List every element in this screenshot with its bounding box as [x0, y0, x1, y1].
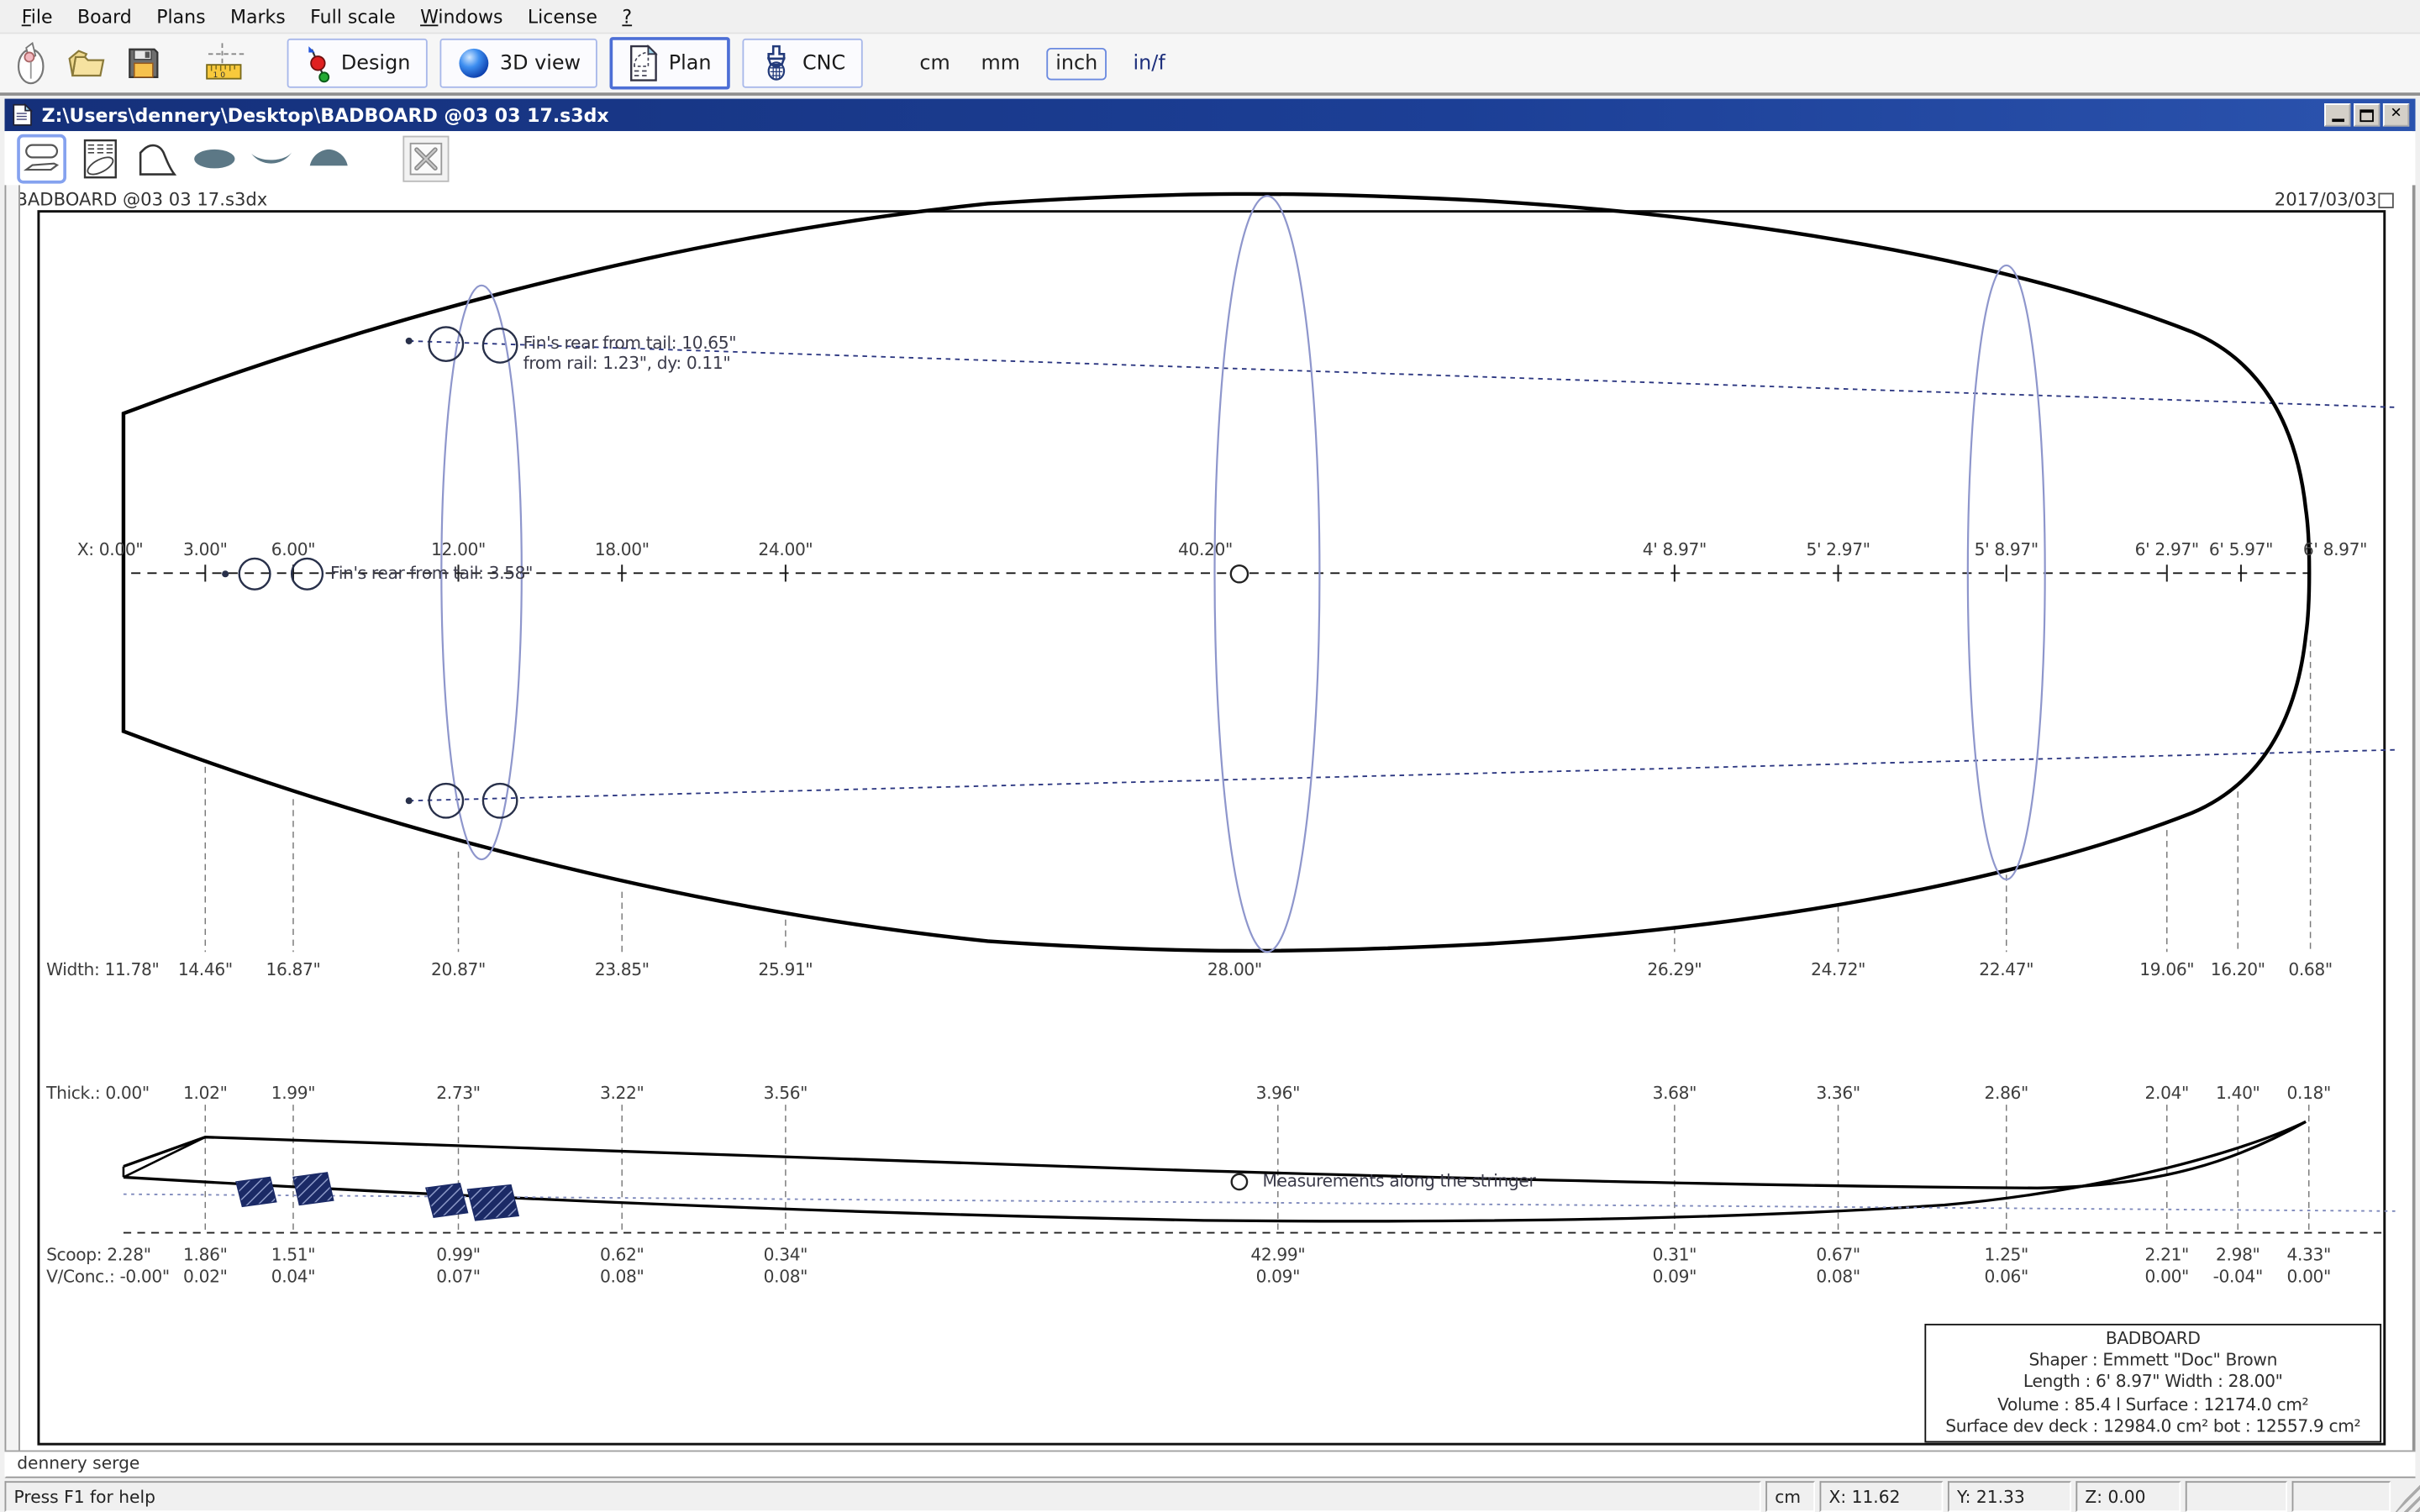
cnc-button-label: CNC [802, 51, 846, 76]
design-button-label: Design [340, 51, 411, 76]
document-footer: dennery serge [4, 1450, 2416, 1477]
close-button[interactable]: ✕ [2382, 103, 2410, 127]
export-excel-icon[interactable] [402, 134, 450, 181]
document-title-bar[interactable]: Z:\Users\dennery\Desktop\BADBOARD @03 03… [4, 98, 2416, 132]
unit-inch[interactable]: inch [1046, 47, 1107, 80]
unit-mm[interactable]: mm [976, 49, 1025, 78]
spec-sheet-icon[interactable] [77, 135, 124, 181]
ruler-icon[interactable]: 1 0 [201, 39, 247, 88]
menu-item--[interactable]: ? [610, 3, 644, 30]
main-toolbar: 1 0 Design 3D view Plan CNC cm mm inch i… [0, 34, 2420, 96]
deck-dome-icon[interactable] [306, 135, 352, 181]
status-empty-1 [2185, 1481, 2288, 1512]
resize-grip[interactable] [2395, 1481, 2420, 1512]
svg-text:1 0: 1 0 [213, 71, 225, 80]
save-icon[interactable] [120, 39, 166, 88]
menu-item-board[interactable]: Board [65, 3, 144, 30]
status-unit: cm [1765, 1481, 1815, 1512]
design-nodes-icon [308, 46, 330, 83]
status-z: Z: 0.00 [2075, 1481, 2181, 1512]
maximize-button[interactable] [2354, 103, 2381, 127]
open-folder-icon[interactable] [65, 39, 111, 88]
menu-item-full-scale[interactable]: Full scale [297, 3, 408, 30]
hand-draw-icon[interactable] [9, 39, 55, 88]
3d-view-button-label: 3D view [499, 51, 581, 76]
document-area [4, 98, 2416, 1478]
design-button[interactable]: Design [287, 38, 428, 88]
minimize-button[interactable] [2324, 103, 2351, 127]
plan-button-label: Plan [668, 51, 712, 76]
status-empty-2 [2291, 1481, 2391, 1512]
sphere-icon [459, 48, 489, 78]
plan-button[interactable]: Plan [609, 37, 730, 90]
plan-document-icon [630, 45, 659, 81]
slice-filled-icon[interactable] [192, 135, 238, 181]
document-icon [13, 103, 34, 126]
status-x: X: 11.62 [1819, 1481, 1944, 1512]
unit-cm[interactable]: cm [915, 49, 955, 78]
unit-selector: cm mm inch in/f [915, 47, 1170, 80]
menu-item-marks[interactable]: Marks [218, 3, 297, 30]
user-name: dennery serge [17, 1453, 140, 1474]
menu-item-windows[interactable]: Windows [408, 3, 515, 30]
menu-item-file[interactable]: File [9, 3, 65, 30]
slice-curve-icon[interactable] [134, 135, 181, 181]
unit-inf[interactable]: in/f [1128, 49, 1170, 78]
bottom-curve-icon[interactable] [249, 135, 295, 181]
3d-view-button[interactable]: 3D view [439, 38, 598, 88]
status-y: Y: 21.33 [1947, 1481, 2071, 1512]
header-checkbox[interactable] [2378, 192, 2394, 208]
app-window: File Board Plans Marks Full scale Windows Lice… [0, 0, 2420, 1512]
status-help: Press F1 for help [4, 1481, 1761, 1512]
view-toolbar [4, 131, 2416, 186]
menu-item-plans[interactable]: Plans [145, 3, 218, 30]
document-title: Z:\Users\dennery\Desktop\BADBOARD @03 03… [41, 103, 609, 126]
menu-item-license[interactable]: License [515, 3, 610, 30]
left-scrollbar[interactable] [4, 185, 20, 1451]
cnc-mill-icon [766, 45, 786, 81]
status-bar: Press F1 for help cm X: 11.62 Y: 21.33 Z… [0, 1478, 2420, 1512]
menu-bar: File Board Plans Marks Full scale Windows Lice… [0, 0, 2420, 34]
outline-profile-view-icon[interactable] [17, 133, 66, 183]
cnc-button[interactable]: CNC [742, 38, 863, 88]
